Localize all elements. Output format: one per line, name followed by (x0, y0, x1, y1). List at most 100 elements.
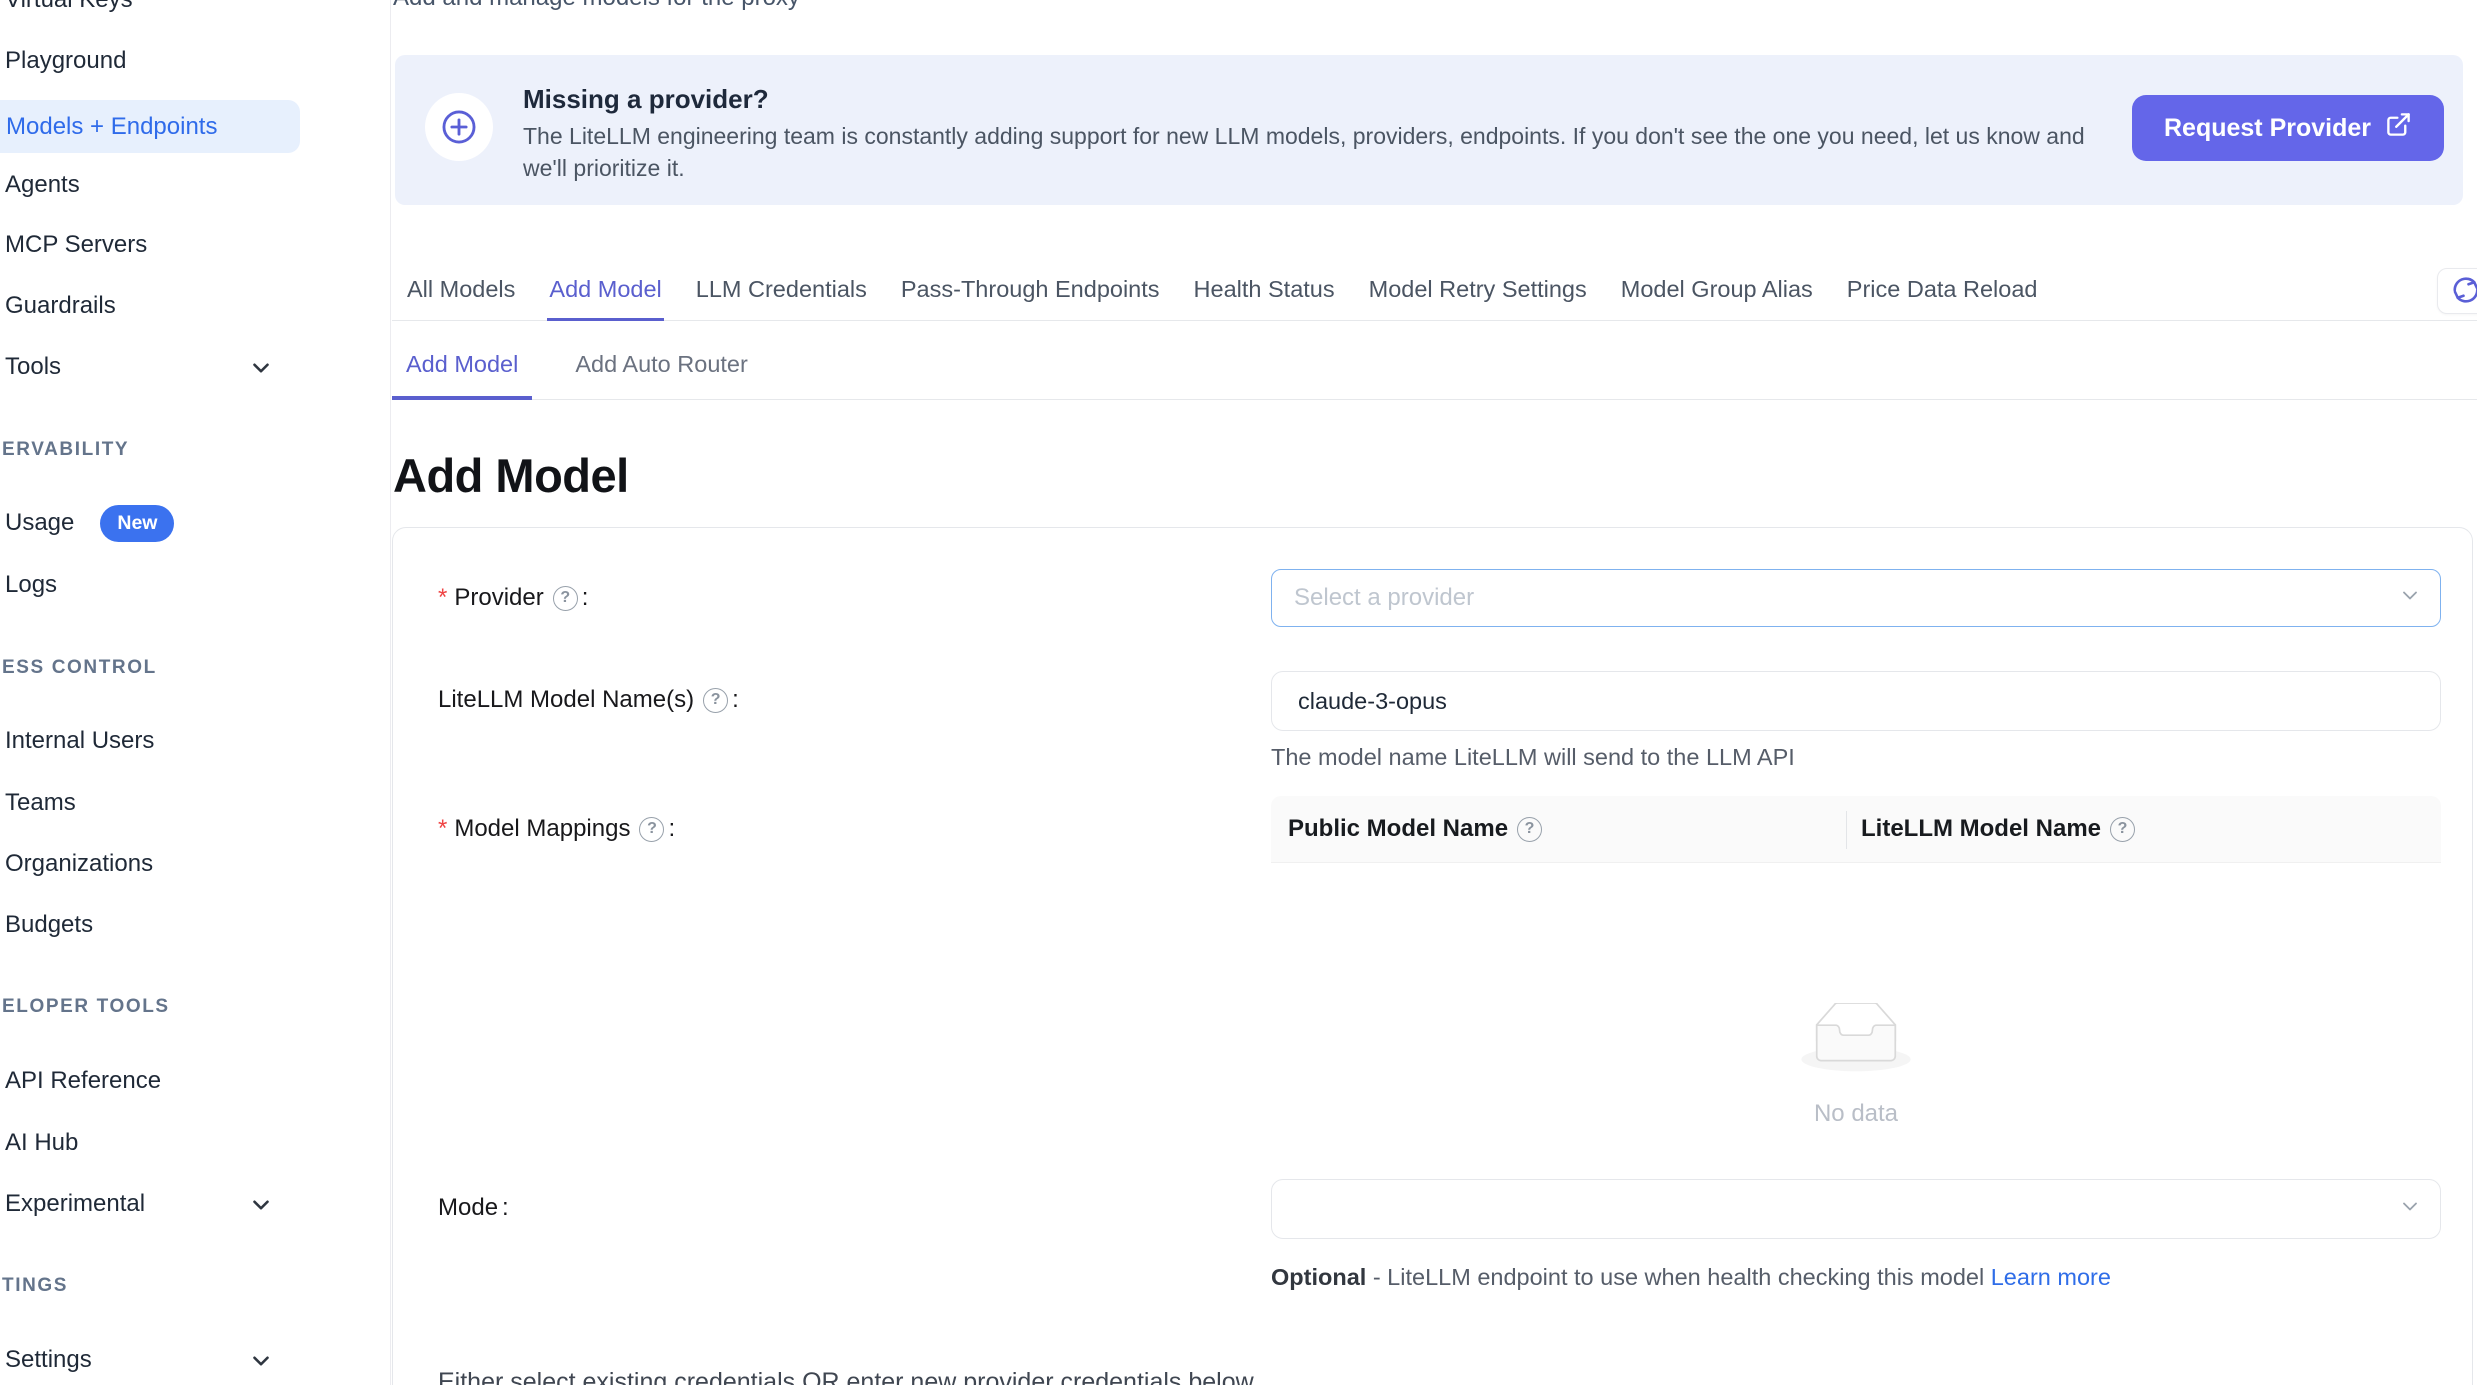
tab-all-models[interactable]: All Models (405, 276, 517, 320)
page-subtitle: Add and manage models for the proxy (393, 0, 800, 12)
mappings-table-header: Public Model Name ? LiteLLM Model Name ? (1271, 796, 2441, 863)
banner-body: The LiteLLM engineering team is constant… (523, 120, 2118, 184)
refresh-button[interactable] (2437, 268, 2477, 314)
model-mappings-label: * Model Mappings ? : (438, 800, 675, 858)
sidebar-item-label: AI Hub (5, 1129, 78, 1157)
subtab-add-auto-router[interactable]: Add Auto Router (561, 330, 761, 399)
header-divider (1846, 811, 1847, 849)
provider-select[interactable]: Select a provider (1271, 569, 2441, 627)
chevron-down-icon (248, 1192, 274, 1225)
sidebar-section-developer-tools: ELOPER TOOLS (2, 995, 170, 1019)
question-circle-icon[interactable]: ? (2110, 817, 2135, 842)
learn-more-link[interactable]: Learn more (1991, 1264, 2111, 1290)
mode-select[interactable] (1271, 1179, 2441, 1239)
sidebar-item-mcp-servers[interactable]: MCP Servers (5, 221, 375, 269)
provider-placeholder: Select a provider (1272, 584, 1474, 612)
sidebar-item-guardrails[interactable]: Guardrails (5, 282, 375, 330)
sidebar-item-experimental[interactable]: Experimental (5, 1180, 375, 1228)
sidebar-item-label: Usage (5, 509, 74, 537)
sidebar-item-label: Logs (5, 571, 57, 599)
sidebar-section-access-control: ESS CONTROL (2, 656, 157, 680)
external-link-icon (2385, 111, 2412, 145)
column-litellm-model-name: LiteLLM Model Name ? (1846, 815, 2135, 843)
chevron-down-icon (2398, 1195, 2422, 1224)
sidebar-item-label: Experimental (5, 1190, 145, 1218)
sidebar-item-ai-hub[interactable]: AI Hub (5, 1119, 375, 1167)
model-name-input[interactable] (1272, 688, 2440, 715)
sidebar-item-api-reference[interactable]: API Reference (5, 1057, 375, 1105)
model-name-label-text: LiteLLM Model Name(s) (438, 686, 694, 714)
mode-helper-text: - LiteLLM endpoint to use when health ch… (1366, 1264, 1990, 1290)
sidebar-item-models-endpoints[interactable]: Models + Endpoints (0, 100, 300, 153)
required-asterisk: * (438, 815, 447, 843)
main-content: Add and manage models for the proxy Miss… (392, 0, 2477, 1385)
tab-model-retry-settings[interactable]: Model Retry Settings (1367, 276, 1589, 320)
sidebar-item-organizations[interactable]: Organizations (5, 840, 375, 888)
label-colon: : (582, 584, 589, 612)
required-asterisk: * (438, 584, 447, 612)
column-label: Public Model Name (1288, 815, 1508, 843)
sidebar-item-tools[interactable]: Tools (5, 343, 375, 391)
model-name-input-wrap (1271, 671, 2441, 731)
sidebar-item-label: Virtual Keys (5, 0, 133, 14)
mode-helper: Optional - LiteLLM endpoint to use when … (1271, 1257, 2133, 1297)
label-colon: : (502, 1194, 509, 1222)
question-circle-icon[interactable]: ? (1517, 817, 1542, 842)
sidebar-item-label: Teams (5, 789, 76, 817)
chevron-down-icon (248, 355, 274, 388)
question-circle-icon[interactable]: ? (553, 586, 578, 611)
sidebar-item-label: MCP Servers (5, 231, 147, 259)
request-provider-label: Request Provider (2164, 114, 2371, 143)
model-mappings-label-text: Model Mappings (454, 815, 630, 843)
sidebar-item-budgets[interactable]: Budgets (5, 901, 375, 949)
chevron-down-icon (2398, 584, 2422, 613)
sidebar-item-virtual-keys[interactable]: Virtual Keys (5, 0, 375, 24)
sidebar-item-label: Tools (5, 353, 61, 381)
litellm-admin-page: Virtual Keys Playground Models + Endpoin… (0, 0, 2477, 1385)
subtab-add-model[interactable]: Add Model (392, 330, 532, 399)
credentials-note: Either select existing credentials OR en… (438, 1368, 1254, 1385)
label-colon: : (732, 686, 739, 714)
question-circle-icon[interactable]: ? (703, 688, 728, 713)
sidebar-item-label: Organizations (5, 850, 153, 878)
sidebar-item-label: Settings (5, 1346, 92, 1374)
tab-add-model[interactable]: Add Model (547, 276, 663, 320)
sidebar-item-usage[interactable]: Usage New (5, 499, 375, 547)
sidebar-item-label: Guardrails (5, 292, 116, 320)
question-circle-icon[interactable]: ? (639, 817, 664, 842)
sidebar-item-teams[interactable]: Teams (5, 779, 375, 827)
sidebar-item-agents[interactable]: Agents (5, 161, 375, 209)
sidebar-item-internal-users[interactable]: Internal Users (5, 717, 375, 765)
add-model-form-card: * Provider ? : Select a provider LiteLLM… (392, 527, 2473, 1385)
label-colon: : (668, 815, 675, 843)
request-provider-button[interactable]: Request Provider (2132, 95, 2444, 161)
tab-price-data-reload[interactable]: Price Data Reload (1845, 276, 2040, 320)
sidebar-item-label: Playground (5, 47, 126, 75)
model-mappings-table: Public Model Name ? LiteLLM Model Name ?… (1271, 796, 2441, 1173)
column-public-model-name: Public Model Name ? (1271, 815, 1846, 843)
add-model-subtabs: Add Model Add Auto Router (392, 330, 2477, 400)
sidebar-item-label: Internal Users (5, 727, 154, 755)
banner-title: Missing a provider? (523, 84, 769, 115)
refresh-icon (2451, 275, 2477, 308)
new-badge: New (100, 505, 174, 542)
chevron-down-icon (248, 1348, 274, 1381)
sidebar-item-settings[interactable]: Settings (5, 1336, 375, 1384)
models-tabs: All Models Add Model LLM Credentials Pas… (392, 264, 2477, 321)
empty-inbox-icon (1801, 1003, 1911, 1078)
provider-label: * Provider ? : (438, 569, 588, 627)
column-label: LiteLLM Model Name (1861, 815, 2101, 843)
sidebar-item-label: Agents (5, 171, 80, 199)
no-data-text: No data (1271, 1100, 2441, 1128)
provider-label-text: Provider (454, 584, 543, 612)
sidebar-item-logs[interactable]: Logs (5, 561, 375, 609)
sidebar-item-playground[interactable]: Playground (5, 37, 375, 85)
tab-llm-credentials[interactable]: LLM Credentials (694, 276, 869, 320)
model-name-helper: The model name LiteLLM will send to the … (1271, 744, 1795, 771)
sidebar: Virtual Keys Playground Models + Endpoin… (0, 0, 391, 1385)
tab-health-status[interactable]: Health Status (1192, 276, 1337, 320)
sidebar-section-settings: TINGS (2, 1274, 68, 1298)
tab-pass-through-endpoints[interactable]: Pass-Through Endpoints (899, 276, 1162, 320)
sidebar-item-label: API Reference (5, 1067, 161, 1095)
tab-model-group-alias[interactable]: Model Group Alias (1619, 276, 1815, 320)
